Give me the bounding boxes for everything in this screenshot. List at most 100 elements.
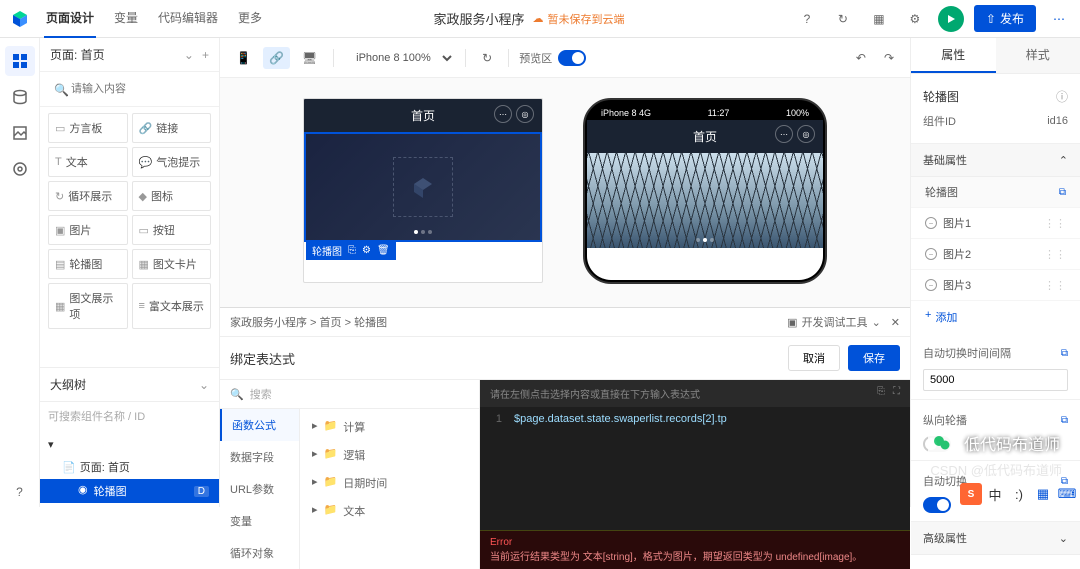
drag-icon[interactable]: ⋮⋮: [1044, 279, 1066, 292]
redo-icon[interactable]: ↷: [878, 47, 900, 69]
undo-icon[interactable]: ↶: [850, 47, 872, 69]
drag-icon[interactable]: ⋮⋮: [1044, 217, 1066, 230]
comp-item[interactable]: 🔗链接: [132, 113, 212, 143]
comp-item[interactable]: ▦图文卡片: [132, 249, 212, 279]
chevron-down-icon[interactable]: ⌄: [184, 48, 194, 62]
folder-calc[interactable]: ▸📁计算: [300, 413, 479, 441]
add-page-icon[interactable]: +: [202, 48, 209, 62]
gear-icon[interactable]: ⚙: [902, 6, 928, 32]
preview-frame-1[interactable]: 首页 ⋯ ◎ 轮播图 ⎘ ⚙ 🗑: [303, 98, 543, 283]
code-body[interactable]: 1$page.dataset.state.swaperlist.records[…: [480, 407, 910, 530]
phone-content: 首页 ⋯ ◎: [587, 120, 823, 280]
rail-settings-icon[interactable]: [5, 154, 35, 184]
interval-input[interactable]: [923, 369, 1068, 391]
comp-item[interactable]: ▭按钮: [132, 215, 212, 245]
tab-code-editor[interactable]: 代码编辑器: [156, 0, 220, 38]
more-icon[interactable]: ⋯: [1046, 6, 1072, 32]
folder-icon: 📁: [324, 447, 338, 463]
comp-item[interactable]: T文本: [48, 147, 128, 177]
vertical-switch[interactable]: [923, 436, 951, 452]
rail-components-icon[interactable]: [5, 46, 35, 76]
outline-search[interactable]: 可搜索组件名称 / ID: [40, 402, 219, 430]
drag-icon[interactable]: ⋮⋮: [1044, 248, 1066, 261]
delete-icon[interactable]: 🗑: [377, 245, 390, 256]
tab-style[interactable]: 样式: [996, 38, 1080, 73]
chevron-up-icon: ⌃: [1059, 154, 1068, 167]
target-icon[interactable]: ◎: [797, 125, 815, 143]
cancel-button[interactable]: 取消: [788, 345, 840, 371]
comp-item[interactable]: ↻循环展示: [48, 181, 128, 211]
device-mobile-icon[interactable]: 📱: [230, 47, 257, 69]
link-icon[interactable]: ⧉: [1061, 415, 1068, 426]
cat-data[interactable]: 数据字段: [220, 441, 299, 473]
history-icon[interactable]: ↻: [830, 6, 856, 32]
add-image-button[interactable]: + 添加: [911, 301, 1080, 333]
tree-expand[interactable]: ▾: [40, 434, 219, 455]
info-icon[interactable]: ⓘ: [1056, 88, 1068, 105]
interval-label: 自动切换时间间隔: [923, 345, 1011, 361]
rail-data-icon[interactable]: [5, 82, 35, 112]
device-link-icon[interactable]: 🔗: [263, 47, 290, 69]
copy-icon[interactable]: ⎘: [877, 386, 885, 401]
folder-date[interactable]: ▸📁日期时间: [300, 469, 479, 497]
target-icon[interactable]: ◎: [516, 105, 534, 123]
tab-variables[interactable]: 变量: [112, 0, 140, 38]
cat-var[interactable]: 变量: [220, 505, 299, 537]
link-icon[interactable]: ⧉: [1061, 348, 1068, 359]
tab-props[interactable]: 属性: [911, 38, 996, 73]
tree-page[interactable]: 📄 页面: 首页: [40, 455, 219, 479]
cat-url[interactable]: URL参数: [220, 473, 299, 505]
comp-item[interactable]: 💬气泡提示: [132, 147, 212, 177]
breadcrumb[interactable]: 家政服务小程序 > 首页 > 轮播图: [230, 314, 387, 330]
dots-icon[interactable]: ⋯: [775, 125, 793, 143]
dev-tools-toggle[interactable]: ▣ 开发调试工具 ⌄ ✕: [787, 314, 900, 330]
preview-switch[interactable]: [558, 50, 586, 66]
remove-icon[interactable]: −: [925, 248, 937, 260]
expr-search[interactable]: 🔍 搜索: [220, 380, 479, 409]
refresh-icon[interactable]: ↻: [476, 47, 498, 69]
search-input[interactable]: [48, 78, 211, 100]
copy-icon[interactable]: ⎘: [348, 245, 356, 256]
expand-icon[interactable]: ⛶: [893, 386, 900, 401]
comp-item[interactable]: ▭方言板: [48, 113, 128, 143]
comp-label: 图文卡片: [153, 256, 197, 272]
advanced-props-header[interactable]: 高级属性 ⌄: [911, 522, 1080, 555]
device-desktop-icon[interactable]: 🖥: [296, 47, 323, 69]
comp-item[interactable]: ≡富文本展示: [132, 283, 212, 329]
save-button[interactable]: 保存: [848, 345, 900, 371]
comp-item[interactable]: ▦图文展示项: [48, 283, 128, 329]
image-item-1[interactable]: −图片1 ⋮⋮: [911, 208, 1080, 239]
publish-button[interactable]: ⇧ 发布: [974, 5, 1036, 32]
remove-icon[interactable]: −: [925, 217, 937, 229]
outline-header[interactable]: 大纲树 ⌄: [40, 367, 219, 402]
folder-text[interactable]: ▸📁文本: [300, 497, 479, 525]
cat-loop[interactable]: 循环对象: [220, 537, 299, 569]
basic-props-header[interactable]: 基础属性 ⌃: [911, 144, 1080, 177]
image-item-2[interactable]: −图片2 ⋮⋮: [911, 239, 1080, 270]
comp-item[interactable]: ▤轮播图: [48, 249, 128, 279]
top-right: ? ↻ ▦ ⚙ ⇧ 发布 ⋯: [794, 5, 1072, 32]
comp-item[interactable]: ▣图片: [48, 215, 128, 245]
cat-formula[interactable]: 函数公式: [220, 409, 299, 441]
grid-icon[interactable]: ▦: [866, 6, 892, 32]
folder-logic[interactable]: ▸📁逻辑: [300, 441, 479, 469]
page-selector[interactable]: 页面: 首页 ⌄ +: [40, 38, 219, 72]
carousel-component[interactable]: 轮播图 ⎘ ⚙ 🗑: [304, 132, 542, 242]
remove-icon[interactable]: −: [925, 279, 937, 291]
tab-more[interactable]: 更多: [236, 0, 264, 38]
interval-field: 自动切换时间间隔 ⧉: [911, 333, 1080, 400]
tree-carousel-selected[interactable]: ◉轮播图 D: [40, 479, 219, 503]
close-icon[interactable]: ✕: [891, 316, 900, 329]
play-icon[interactable]: [938, 6, 964, 32]
dots-icon[interactable]: ⋯: [494, 105, 512, 123]
help-icon[interactable]: ?: [794, 6, 820, 32]
settings-icon[interactable]: ⚙: [362, 245, 371, 256]
device-select[interactable]: iPhone 8 100%: [344, 47, 455, 69]
link-icon[interactable]: ⧉: [1059, 187, 1066, 198]
rail-image-icon[interactable]: [5, 118, 35, 148]
image-item-3[interactable]: −图片3 ⋮⋮: [911, 270, 1080, 301]
rail-help-icon[interactable]: ?: [5, 477, 35, 507]
comp-item[interactable]: ◆图标: [132, 181, 212, 211]
tab-page-design[interactable]: 页面设计: [44, 0, 96, 38]
autoplay-switch[interactable]: [923, 497, 951, 513]
